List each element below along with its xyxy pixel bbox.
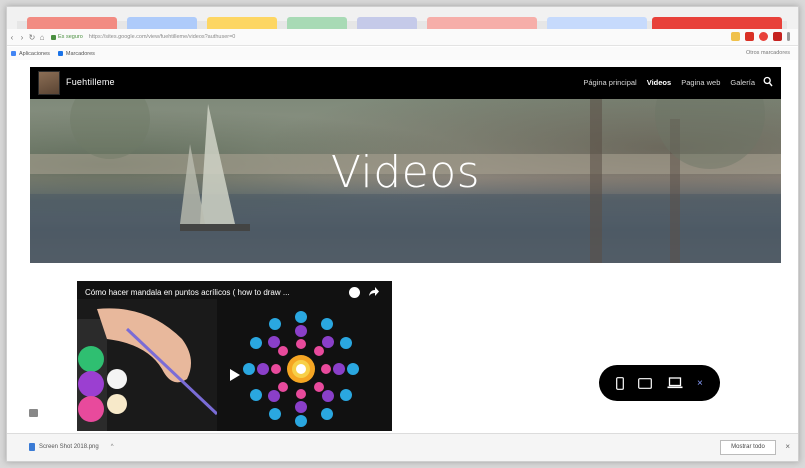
chevron-up-icon[interactable]: ^	[111, 444, 114, 450]
search-icon[interactable]	[763, 76, 773, 88]
file-icon	[29, 443, 35, 451]
apps-icon	[11, 51, 16, 56]
site-menu: Página principal Videos Pagina web Galer…	[583, 78, 755, 87]
extension-icon[interactable]	[759, 32, 768, 41]
nav-item-web[interactable]: Pagina web	[681, 78, 720, 87]
page-title: Videos	[330, 147, 481, 198]
extension-icons	[731, 32, 790, 41]
laptop-icon[interactable]	[667, 377, 683, 389]
forward-icon[interactable]: ›	[17, 33, 27, 42]
tablet-icon[interactable]	[638, 377, 653, 389]
tab[interactable]	[427, 17, 537, 29]
show-all-button[interactable]: Mostrar todo	[720, 440, 776, 455]
bookmark-marcadores[interactable]: Marcadores	[57, 50, 95, 57]
nav-item-gallery[interactable]: Galería	[730, 78, 755, 87]
tab[interactable]	[287, 17, 347, 29]
download-item[interactable]: Screen Shot 2018.png ^	[29, 443, 114, 451]
back-icon[interactable]: ‹	[7, 33, 17, 42]
bookmark-icon	[57, 51, 63, 56]
secure-indicator[interactable]: Es seguro	[51, 34, 83, 40]
site-header: Fuehtilleme Página principal Videos Pagi…	[30, 67, 781, 99]
close-icon[interactable]: ×	[785, 442, 790, 451]
hero-banner: Videos	[30, 99, 781, 263]
device-preview-toolbar: ×	[599, 365, 720, 401]
nav-item-home[interactable]: Página principal	[583, 78, 636, 87]
home-icon[interactable]: ⌂	[37, 33, 47, 42]
site-brand[interactable]: Fuehtilleme	[66, 77, 115, 87]
download-shelf: Screen Shot 2018.png ^ Mostrar todo ×	[7, 433, 798, 461]
other-bookmarks[interactable]: Otros marcadores	[746, 50, 790, 56]
tab[interactable]	[207, 17, 277, 29]
video-title[interactable]: Cómo hacer mandala en puntos acrílicos (…	[85, 288, 340, 297]
video-thumbnail-hand	[77, 299, 217, 431]
address-bar[interactable]: ‹ › ↻ ⌂ Es seguro https://sites.google.c…	[7, 29, 798, 46]
nav-item-videos[interactable]: Videos	[647, 78, 671, 87]
bookmark-label: Marcadores	[65, 50, 95, 57]
reload-icon[interactable]: ↻	[27, 33, 37, 42]
tab-strip	[7, 7, 798, 29]
download-file-name: Screen Shot 2018.png	[39, 444, 99, 450]
extension-icon[interactable]	[773, 32, 782, 41]
tab[interactable]	[547, 17, 647, 29]
tab-active[interactable]	[652, 17, 782, 29]
lock-icon	[51, 34, 56, 40]
phone-icon[interactable]	[616, 376, 625, 390]
video-embed[interactable]: Cómo hacer mandala en puntos acrílicos (…	[77, 281, 392, 431]
bookmark-apps[interactable]: Aplicaciones	[11, 51, 50, 57]
secure-label: Es seguro	[58, 34, 83, 40]
play-icon[interactable]	[230, 369, 240, 381]
menu-icon[interactable]	[787, 32, 790, 41]
video-thumbnail-mandala	[237, 303, 365, 431]
tab[interactable]	[127, 17, 197, 29]
close-icon[interactable]: ×	[697, 378, 703, 389]
watch-later-icon[interactable]	[349, 287, 360, 298]
tab[interactable]	[27, 17, 117, 29]
bookmarks-bar: Aplicaciones Marcadores Otros marcadores	[7, 47, 798, 60]
browser-window: ‹ › ↻ ⌂ Es seguro https://sites.google.c…	[6, 6, 799, 462]
url-text[interactable]: https://sites.google.com/view/fuehtillem…	[89, 34, 469, 40]
star-icon[interactable]	[731, 32, 740, 41]
extension-icon[interactable]	[745, 32, 754, 41]
share-icon[interactable]	[368, 286, 380, 298]
chat-icon[interactable]	[29, 409, 38, 417]
bookmark-label: Aplicaciones	[19, 50, 50, 57]
tab[interactable]	[357, 17, 417, 29]
site-logo[interactable]	[38, 71, 60, 95]
